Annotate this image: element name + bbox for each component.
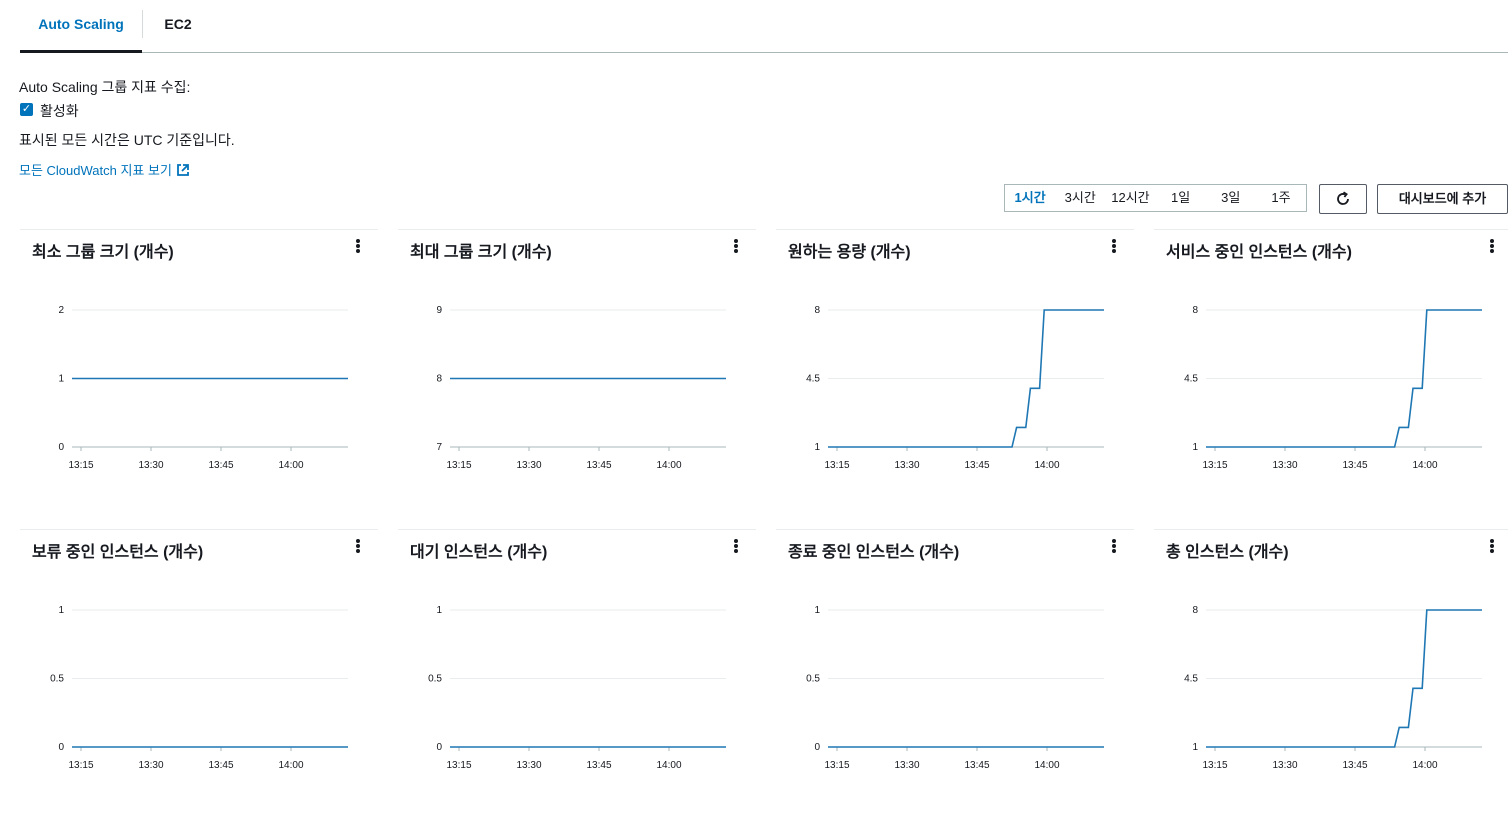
x-tick-label: 14:00 [1412, 460, 1437, 471]
y-tick-label: 0 [58, 442, 64, 453]
x-tick-label: 13:30 [1272, 760, 1297, 771]
y-tick-label: 2 [58, 305, 64, 316]
y-tick-label: 0 [436, 742, 442, 753]
x-tick-label: 13:45 [208, 760, 233, 771]
y-tick-label: 4.5 [1184, 674, 1198, 685]
y-tick-label: 7 [436, 442, 442, 453]
x-tick-label: 13:45 [586, 760, 611, 771]
x-tick-label: 13:15 [68, 760, 93, 771]
range-1d[interactable]: 1일 [1156, 185, 1206, 211]
x-tick-label: 13:15 [446, 760, 471, 771]
widget-chart: 7 8 9 13:15 13:30 13:45 14:00 [436, 305, 726, 471]
x-tick-label: 14:00 [1412, 760, 1437, 771]
x-tick-label: 13:30 [138, 460, 163, 471]
widget-chart: 0 0.5 1 13:15 13:30 13:45 14:00 [50, 605, 348, 771]
x-tick-label: 13:30 [894, 760, 919, 771]
external-link-icon [177, 163, 189, 176]
metric-widget: 종료 중인 인스턴스 (개수) 0 0.5 1 13:15 13:30 13:45 14:00 [776, 529, 1134, 820]
y-tick-label: 4.5 [1184, 374, 1198, 385]
refresh-button[interactable] [1319, 184, 1367, 214]
widget-chart: 1 4.5 8 13:15 13:30 13:45 14:00 [1184, 305, 1482, 471]
y-tick-label: 0.5 [50, 674, 64, 685]
x-tick-label: 13:15 [824, 760, 849, 771]
x-tick-label: 13:15 [1202, 460, 1227, 471]
x-tick-label: 13:45 [1342, 460, 1367, 471]
x-tick-label: 13:45 [964, 460, 989, 471]
y-tick-label: 8 [1192, 605, 1198, 616]
cloudwatch-link-label: 모든 CloudWatch 지표 보기 [19, 163, 172, 178]
collection-label: Auto Scaling 그룹 지표 수집: [19, 79, 191, 95]
enabled-checkbox[interactable]: ✓ [20, 103, 33, 116]
x-tick-label: 13:45 [586, 460, 611, 471]
x-tick-label: 13:30 [1272, 460, 1297, 471]
x-tick-label: 14:00 [278, 460, 303, 471]
y-tick-label: 1 [814, 605, 820, 616]
x-tick-label: 14:00 [656, 760, 681, 771]
y-tick-label: 1 [1192, 442, 1198, 453]
refresh-icon [1337, 191, 1349, 205]
y-tick-label: 1 [436, 605, 442, 616]
x-tick-label: 13:30 [516, 760, 541, 771]
y-tick-label: 8 [1192, 305, 1198, 316]
widget-chart: 0 0.5 1 13:15 13:30 13:45 14:00 [806, 605, 1104, 771]
utc-note: 표시된 모든 시간은 UTC 기준입니다. [19, 132, 235, 148]
metric-widget: 총 인스턴스 (개수) 1 4.5 8 13:15 13:30 13:45 14:00 [1154, 529, 1508, 820]
x-tick-label: 13:15 [446, 460, 471, 471]
x-tick-label: 13:30 [516, 460, 541, 471]
metric-widget: 최대 그룹 크기 (개수) 7 8 9 13:15 13:30 13:45 14:00 [398, 229, 756, 520]
x-tick-label: 13:45 [208, 460, 233, 471]
x-tick-label: 14:00 [1034, 760, 1059, 771]
widget-chart: 1 4.5 8 13:15 13:30 13:45 14:00 [1184, 605, 1482, 771]
x-tick-label: 14:00 [656, 460, 681, 471]
y-tick-label: 9 [436, 305, 442, 316]
metric-widget: 최소 그룹 크기 (개수) 0 1 2 13:15 13:30 13:45 14:00 [20, 229, 378, 520]
enabled-label: 활성화 [40, 103, 79, 119]
y-tick-label: 0 [58, 742, 64, 753]
tab-bar: Auto Scaling EC2 [20, 0, 1508, 53]
widget-chart: 0 1 2 13:15 13:30 13:45 14:00 [58, 305, 348, 471]
range-3h[interactable]: 3시간 [1055, 185, 1105, 211]
x-tick-label: 13:30 [894, 460, 919, 471]
y-tick-label: 0 [814, 742, 820, 753]
y-tick-label: 8 [436, 374, 442, 385]
y-tick-label: 4.5 [806, 374, 820, 385]
tab-ec2[interactable]: EC2 [143, 0, 213, 52]
widget-chart: 0 0.5 1 13:15 13:30 13:45 14:00 [428, 605, 726, 771]
y-tick-label: 1 [58, 605, 64, 616]
x-tick-label: 13:15 [824, 460, 849, 471]
x-tick-label: 14:00 [1034, 460, 1059, 471]
metric-widget: 대기 인스턴스 (개수) 0 0.5 1 13:15 13:30 13:45 14:00 [398, 529, 756, 820]
range-3d[interactable]: 3일 [1206, 185, 1256, 211]
y-tick-label: 1 [58, 374, 64, 385]
widget-chart: 1 4.5 8 13:15 13:30 13:45 14:00 [806, 305, 1104, 471]
metric-widget: 원하는 용량 (개수) 1 4.5 8 13:15 13:30 13:45 14:00 [776, 229, 1134, 520]
x-tick-label: 13:45 [964, 760, 989, 771]
y-tick-label: 1 [814, 442, 820, 453]
x-tick-label: 13:30 [138, 760, 163, 771]
range-1w[interactable]: 1주 [1256, 185, 1306, 211]
time-range-selector: 1시간 3시간 12시간 1일 3일 1주 [1004, 184, 1307, 212]
y-tick-label: 0.5 [806, 674, 820, 685]
add-to-dashboard-button[interactable]: 대시보드에 추가 [1377, 184, 1508, 214]
y-tick-label: 1 [1192, 742, 1198, 753]
metric-widget: 서비스 중인 인스턴스 (개수) 1 4.5 8 13:15 13:30 13:45 14:0… [1154, 229, 1508, 520]
range-1h[interactable]: 1시간 [1005, 185, 1055, 211]
x-tick-label: 14:00 [278, 760, 303, 771]
metric-widget: 보류 중인 인스턴스 (개수) 0 0.5 1 13:15 13:30 13:45 14:00 [20, 529, 378, 820]
x-tick-label: 13:15 [68, 460, 93, 471]
tab-auto-scaling[interactable]: Auto Scaling [20, 0, 142, 53]
y-tick-label: 8 [814, 305, 820, 316]
x-tick-label: 13:45 [1342, 760, 1367, 771]
cloudwatch-link[interactable]: 모든 CloudWatch 지표 보기 [19, 160, 190, 179]
y-tick-label: 0.5 [428, 674, 442, 685]
x-tick-label: 13:15 [1202, 760, 1227, 771]
range-12h[interactable]: 12시간 [1105, 185, 1155, 211]
